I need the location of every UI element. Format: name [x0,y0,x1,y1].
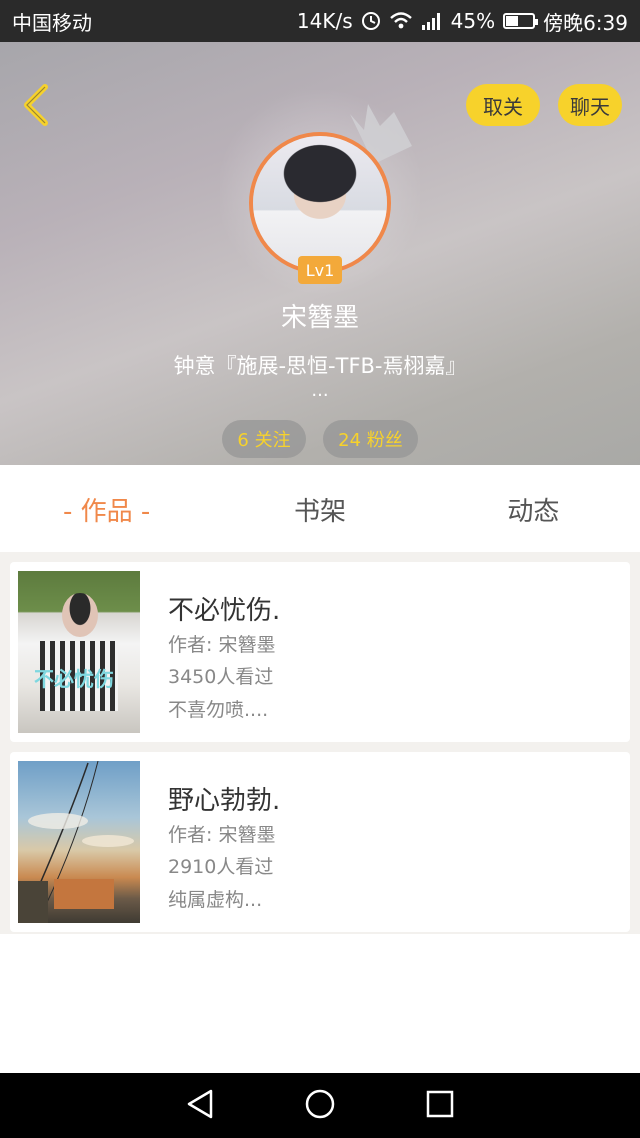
book-title: 野心勃勃. [168,786,281,816]
square-recents-icon [425,1089,455,1123]
nav-home-button[interactable] [304,1088,336,1124]
battery-percent: 45% [450,9,496,33]
list-item[interactable]: 不必忧伤 不必忧伤. 作者: 宋簪墨 3450人看过 不喜勿喷.... [10,562,630,742]
avatar-image [253,136,387,270]
book-author: 作者: 宋簪墨 [168,824,276,846]
circle-home-icon [304,1088,336,1124]
book-description: 纯属虚构... [168,889,263,911]
profile-tabs: - 作品 - 书架 动态 [0,465,640,553]
chat-button[interactable]: 聊天 [558,84,622,126]
nav-recents-button[interactable] [425,1089,455,1123]
book-cover: 不必忧伤 [18,571,140,733]
book-description: 不喜勿喷.... [168,699,269,721]
alarm-icon [361,11,381,31]
tab-activity[interactable]: 动态 [427,491,640,528]
avatar[interactable] [249,132,391,274]
wifi-icon [389,11,413,31]
book-author: 作者: 宋簪墨 [168,634,276,656]
system-nav-bar [0,1073,640,1138]
bio-text: 钟意『施展-思恒-TFB-焉栩嘉』 [173,354,467,378]
cover-art [62,593,98,637]
book-cover [18,761,140,923]
tab-bookshelf[interactable]: 书架 [213,491,426,528]
cover-art [18,761,134,923]
status-icons: 14K/s 45% 傍晚6:39 [297,7,628,36]
list-item[interactable]: 野心勃勃. 作者: 宋簪墨 2910人看过 纯属虚构... [10,752,630,932]
net-speed: 14K/s [296,9,353,33]
works-list: 不必忧伤 不必忧伤. 作者: 宋簪墨 3450人看过 不喜勿喷.... 野心勃勃… [0,552,640,934]
cover-title: 不必忧伤 [34,667,114,691]
bio-more[interactable]: ... [0,382,640,400]
book-title: 不必忧伤. [168,596,281,626]
profile-header: 取关 聊天 Lv1 宋簪墨 钟意『施展-思恒-TFB-焉栩嘉』 ... 6 关注… [0,42,640,465]
book-views: 2910人看过 [168,856,274,878]
tab-works[interactable]: - 作品 - [0,491,213,528]
carrier-label: 中国移动 [12,10,92,35]
unfollow-button[interactable]: 取关 [466,84,540,126]
book-views: 3450人看过 [168,666,274,688]
level-badge: Lv1 [298,256,342,284]
triangle-back-icon [185,1088,215,1124]
status-bar: 中国移动 14K/s 45% 傍晚6:39 [0,0,640,42]
clock: 傍晚6:39 [543,10,628,35]
nav-back-button[interactable] [185,1088,215,1124]
battery-icon [503,13,539,29]
followers-count[interactable]: 24 粉丝 [323,420,418,458]
chevron-left-icon [21,83,51,131]
following-count[interactable]: 6 关注 [222,420,306,458]
username: 宋簪墨 [280,303,359,333]
back-button[interactable] [16,84,56,130]
signal-icon [421,12,443,30]
